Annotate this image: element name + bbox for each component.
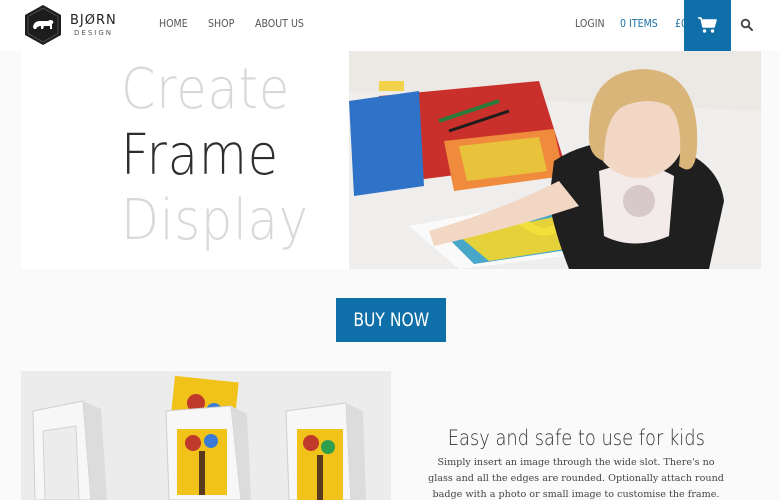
bear-logo-icon xyxy=(25,5,61,45)
buy-now-button[interactable]: BUY NOW xyxy=(336,298,446,342)
nav-home-link[interactable]: HOME xyxy=(159,17,188,30)
nav-shop-link[interactable]: SHOP xyxy=(208,17,234,30)
cart-button[interactable] xyxy=(684,0,731,51)
hero-word-create: Create xyxy=(121,57,291,122)
buy-now-label: BUY NOW xyxy=(353,309,429,331)
main-nav: HOME SHOP ABOUT US xyxy=(159,17,312,30)
feature-frames-image xyxy=(21,371,391,500)
brand-subtitle: DESIGN xyxy=(74,28,113,37)
cart-icon xyxy=(698,17,717,33)
hero-word-display: Display xyxy=(121,188,309,253)
cart-items-link[interactable]: 0 ITEMS xyxy=(620,17,658,30)
site-header: BJØRN DESIGN HOME SHOP ABOUT US LOGIN 0 … xyxy=(0,0,780,51)
login-link[interactable]: LOGIN xyxy=(575,17,605,30)
feature-title: Easy and safe to use for kids xyxy=(447,426,705,450)
brand-name: BJØRN xyxy=(70,12,117,28)
hero-text-panel: Create Frame Display xyxy=(21,51,349,269)
logo[interactable]: BJØRN DESIGN xyxy=(24,4,117,46)
hero-photo-child-drawing xyxy=(349,51,761,269)
feature-description: Simply insert an image through the wide … xyxy=(428,457,724,500)
search-icon[interactable] xyxy=(740,18,754,32)
nav-about-link[interactable]: ABOUT US xyxy=(255,17,304,30)
hero-word-frame: Frame xyxy=(121,123,279,188)
